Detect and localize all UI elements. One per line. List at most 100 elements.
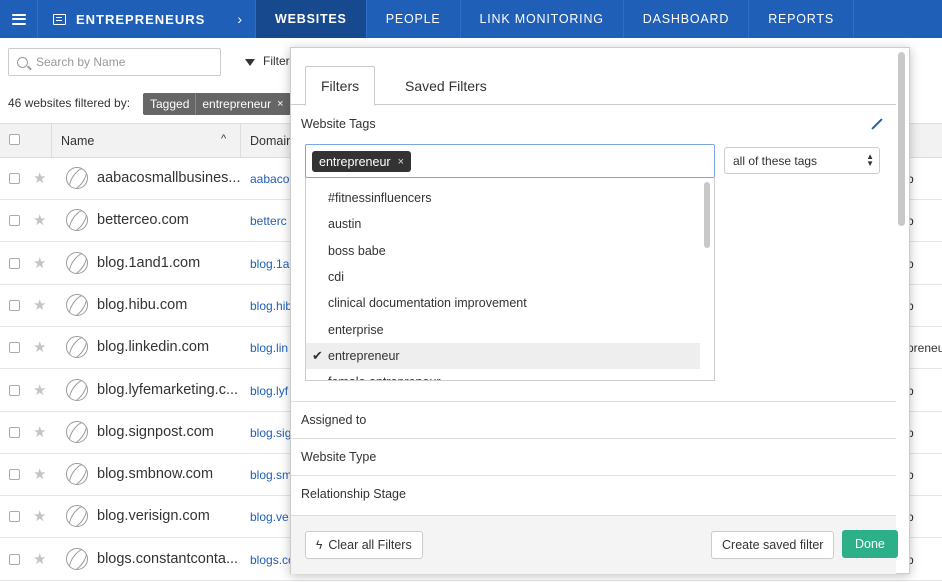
project-switcher[interactable]: ENTREPRENEURS › (38, 0, 256, 38)
column-header-domain[interactable]: Domain (250, 134, 293, 148)
select-all-checkbox[interactable] (9, 134, 20, 145)
website-name[interactable]: blog.verisign.com (97, 508, 210, 524)
filter-panel: Filters Saved Filters Website Tags entre… (290, 47, 910, 574)
clear-filters-label: Clear all Filters (328, 538, 412, 552)
website-domain[interactable]: blogs.co (250, 553, 292, 567)
row-checkbox[interactable] (9, 426, 20, 438)
website-domain[interactable]: blog.hib (250, 299, 292, 313)
row-checkbox[interactable] (9, 299, 20, 311)
nav-tab-people[interactable]: PEOPLE (367, 0, 461, 38)
tag-input[interactable]: entrepreneur × (305, 144, 715, 178)
row-checkbox[interactable] (9, 342, 20, 354)
dropdown-scrollbar[interactable] (704, 182, 710, 248)
star-icon[interactable]: ★ (33, 296, 46, 314)
nav-tab-dashboard[interactable]: DASHBOARD (624, 0, 750, 38)
website-domain[interactable]: blog.sm (250, 468, 292, 482)
website-domain[interactable]: blog.ve (250, 510, 292, 524)
row-overflow-text: b (907, 214, 914, 229)
row-overflow-text: b (907, 256, 914, 271)
pin-icon[interactable] (871, 118, 883, 130)
website-name[interactable]: betterceo.com (97, 212, 189, 228)
globe-icon (66, 420, 88, 443)
website-name[interactable]: blog.lyfemarketing.c... (97, 382, 238, 398)
star-icon[interactable]: ★ (33, 507, 46, 525)
website-name[interactable]: blog.hibu.com (97, 297, 187, 313)
nav-tab-websites[interactable]: WEBSITES (256, 0, 367, 38)
row-checkbox[interactable] (9, 215, 20, 227)
column-header-name[interactable]: Name (61, 134, 94, 148)
tab-saved-filters[interactable]: Saved Filters (390, 66, 502, 106)
star-icon[interactable]: ★ (33, 169, 46, 187)
row-checkbox[interactable] (9, 384, 20, 396)
globe-icon (66, 378, 88, 401)
create-saved-filter-button[interactable]: Create saved filter (711, 531, 835, 559)
row-overflow-text: b (907, 468, 914, 483)
menu-button[interactable] (0, 0, 38, 38)
match-mode-value: all of these tags (733, 153, 818, 168)
tag-option[interactable]: #fitnessinfluencers (306, 185, 700, 211)
clear-filters-button[interactable]: ϟ Clear all Filters (305, 531, 423, 559)
close-icon[interactable]: × (277, 98, 283, 110)
star-icon[interactable]: ★ (33, 381, 46, 399)
column-divider (240, 124, 241, 157)
tag-option[interactable]: female entrepreneur (306, 369, 700, 380)
chip-label: Tagged (150, 97, 190, 111)
active-filter-chip[interactable]: Tagged entrepreneur × (143, 93, 291, 115)
select-arrows-icon: ▲ ▼ (866, 152, 874, 168)
website-name[interactable]: aabacosmallbusines... (97, 170, 240, 186)
website-name[interactable]: blog.signpost.com (97, 424, 214, 440)
globe-icon (66, 209, 88, 232)
globe-icon (66, 336, 88, 359)
row-checkbox[interactable] (9, 511, 20, 523)
tag-option[interactable]: clinical documentation improvement (306, 290, 700, 316)
tag-option[interactable]: boss babe (306, 238, 700, 264)
tag-option[interactable]: austin (306, 211, 700, 237)
star-icon[interactable]: ★ (33, 254, 46, 272)
list-icon (53, 13, 66, 25)
website-name[interactable]: blog.linkedin.com (97, 339, 209, 355)
row-overflow-text: b (907, 552, 914, 567)
filter-label: Filter (263, 54, 290, 68)
star-icon[interactable]: ★ (33, 338, 46, 356)
sort-ascending-icon[interactable]: ^ (221, 133, 226, 145)
website-domain[interactable]: blog.lin (250, 341, 292, 355)
website-domain[interactable]: blog.sig (250, 426, 292, 440)
top-nav: ENTREPRENEURS › WEBSITES PEOPLE LINK MON… (0, 0, 942, 38)
section-assigned-to[interactable]: Assigned to (291, 401, 896, 438)
nav-tab-reports[interactable]: REPORTS (749, 0, 854, 38)
website-name[interactable]: blog.smbnow.com (97, 466, 213, 482)
globe-icon (66, 547, 88, 570)
row-checkbox[interactable] (9, 553, 20, 565)
tag-option[interactable]: cdi (306, 264, 700, 290)
done-button[interactable]: Done (842, 530, 898, 558)
search-input[interactable]: Search by Name (8, 48, 221, 76)
tab-filters[interactable]: Filters (305, 66, 376, 106)
close-icon[interactable]: × (398, 156, 404, 168)
tag-option[interactable]: enterprise (306, 317, 700, 343)
star-icon[interactable]: ★ (33, 423, 46, 441)
star-icon[interactable]: ★ (33, 211, 46, 229)
website-domain[interactable]: blog.lyf (250, 384, 292, 398)
star-icon[interactable]: ★ (33, 550, 46, 568)
globe-icon (66, 505, 88, 528)
panel-scrollbar[interactable] (898, 52, 905, 226)
chip-divider (195, 93, 197, 115)
website-domain[interactable]: blog.1ar (250, 257, 292, 271)
match-mode-select[interactable]: all of these tags ▲ ▼ (724, 147, 880, 174)
row-checkbox[interactable] (9, 469, 20, 481)
row-overflow-text: b (907, 172, 914, 186)
row-checkbox[interactable] (9, 257, 20, 269)
website-domain[interactable]: aabaco (250, 172, 292, 186)
filter-button[interactable]: Filter (245, 54, 290, 68)
row-overflow-text: preneu (907, 341, 942, 356)
section-relationship-stage[interactable]: Relationship Stage (291, 475, 896, 512)
star-icon[interactable]: ★ (33, 465, 46, 483)
website-name[interactable]: blogs.constantconta... (97, 551, 238, 567)
section-website-type[interactable]: Website Type (291, 438, 896, 475)
tag-option[interactable]: ✔ entrepreneur (306, 342, 700, 369)
row-checkbox[interactable] (9, 173, 20, 184)
nav-tab-link-monitoring[interactable]: LINK MONITORING (461, 0, 624, 38)
website-domain[interactable]: betterc (250, 214, 292, 228)
website-name[interactable]: blog.1and1.com (97, 255, 200, 271)
panel-tabs: Filters Saved Filters (291, 48, 896, 106)
